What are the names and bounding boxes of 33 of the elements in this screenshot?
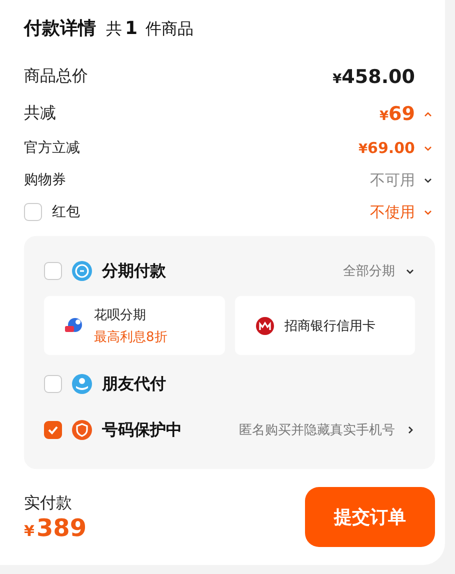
submit-order-button[interactable]: 提交订单 bbox=[305, 487, 435, 547]
summary-value: 不使用 bbox=[370, 202, 415, 222]
total-amount: ¥389 bbox=[24, 514, 87, 542]
summary-value: ¥69.00 bbox=[358, 139, 415, 157]
option-title: 号码保护中 bbox=[102, 420, 182, 440]
plan-card[interactable]: 花呗分期 最高利息8折 bbox=[44, 296, 224, 355]
option-title: 朋友代付 bbox=[102, 374, 166, 394]
summary-label: 共减 bbox=[24, 103, 56, 124]
summary-label: 购物券 bbox=[24, 171, 66, 189]
summary-value: 不可用 bbox=[370, 170, 415, 190]
summary-label: 红包 bbox=[52, 203, 80, 221]
item-count: 共 1 件商品 bbox=[106, 18, 194, 40]
checkbox[interactable] bbox=[24, 203, 42, 221]
shield-icon bbox=[72, 420, 92, 440]
plan-title: 花呗分期 bbox=[94, 306, 147, 324]
checkbox[interactable] bbox=[44, 375, 62, 393]
summary-label: 官方立减 bbox=[24, 139, 80, 157]
summary-value: ¥69 bbox=[380, 102, 415, 124]
summary-label: 商品总价 bbox=[24, 66, 88, 87]
bank-logo-icon bbox=[254, 316, 274, 336]
checkbox[interactable] bbox=[44, 421, 62, 439]
option-hint[interactable]: 匿名购买并隐藏真实手机号 bbox=[239, 421, 395, 439]
coin-icon bbox=[72, 261, 92, 281]
plan-card[interactable]: 招商银行信用卡 bbox=[234, 296, 415, 355]
plan-title: 招商银行信用卡 bbox=[284, 318, 376, 334]
total-label: 实付款 bbox=[24, 492, 73, 514]
option-hint[interactable]: 全部分期 bbox=[343, 262, 395, 280]
hand-icon bbox=[72, 374, 92, 394]
summary-value: ¥458.00 bbox=[332, 66, 415, 88]
checkbox[interactable] bbox=[44, 262, 62, 280]
section-title: 付款详情 bbox=[24, 17, 96, 40]
option-title: 分期付款 bbox=[102, 260, 166, 282]
plan-discount: 最高利息8折 bbox=[94, 328, 168, 346]
